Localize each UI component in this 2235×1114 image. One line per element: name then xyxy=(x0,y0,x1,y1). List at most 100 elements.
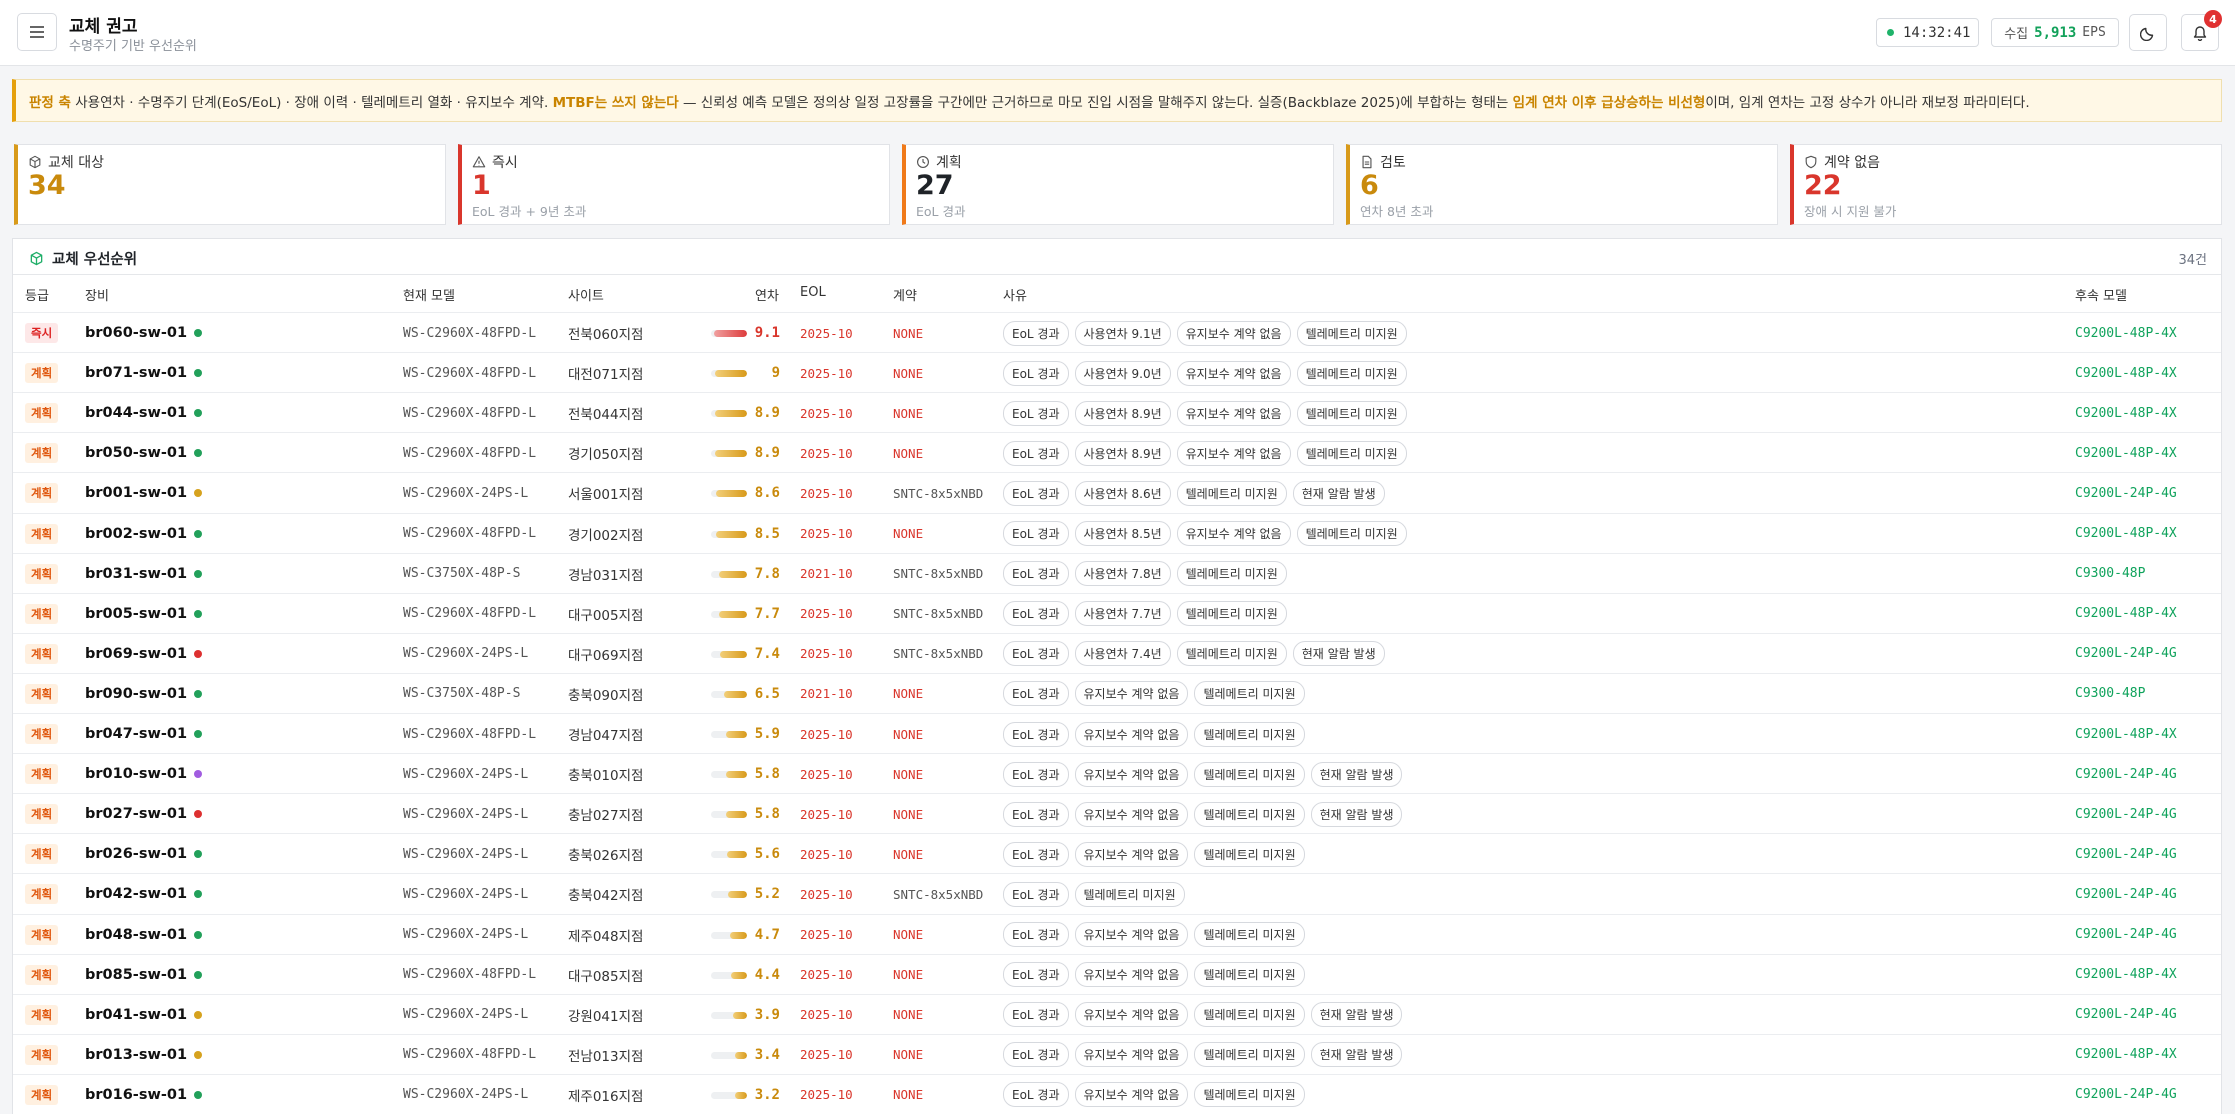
table-row[interactable]: 계획 br026-sw-01 WS-C2960X-24PS-L 충북026지점 5.6 2… xyxy=(13,833,2221,873)
status-dot xyxy=(194,1050,203,1059)
col-header-reason[interactable]: 사유 xyxy=(1003,285,1027,304)
kpi-card[interactable]: 교체 대상 34 xyxy=(14,144,446,225)
kpi-label: 계약 없음 xyxy=(1804,152,1880,172)
site-cell: 충남027지점 xyxy=(568,808,644,825)
kpi-label-text: 계약 없음 xyxy=(1824,155,1880,171)
reason-tag: 유지보수 계약 없음 xyxy=(1074,721,1189,747)
grade-cell: 계획 xyxy=(25,754,59,794)
table-row[interactable]: 계획 br016-sw-01 WS-C2960X-24PS-L 제주016지점 3.2 2… xyxy=(13,1073,2221,1114)
age-bar xyxy=(711,570,747,578)
device-name[interactable]: br026-sw-01 xyxy=(85,846,187,862)
device-name[interactable]: br016-sw-01 xyxy=(85,1087,187,1103)
col-header-site[interactable]: 사이트 xyxy=(568,285,604,304)
grade-cell: 계획 xyxy=(25,794,59,834)
site-cell: 강원041지점 xyxy=(568,1008,644,1025)
col-header-eol[interactable]: EOL xyxy=(800,285,826,300)
device-name[interactable]: br042-sw-01 xyxy=(85,886,187,902)
device-name[interactable]: br010-sw-01 xyxy=(85,766,187,782)
menu-button[interactable] xyxy=(17,13,57,51)
device-name[interactable]: br044-sw-01 xyxy=(85,405,187,421)
col-header-device[interactable]: 장비 xyxy=(85,285,109,304)
theme-toggle-button[interactable] xyxy=(2129,14,2167,51)
contract-cell: SNTC-8x5xNBD xyxy=(893,646,984,662)
table-row[interactable]: 계획 br044-sw-01 WS-C2960X-48FPD-L 전북044지점 8.9… xyxy=(13,392,2221,432)
kpi-card[interactable]: 검토 6 연차 8년 초과 xyxy=(1346,144,1778,225)
status-dot xyxy=(194,1010,203,1019)
status-dot xyxy=(194,369,203,378)
table-row[interactable]: 계획 br013-sw-01 WS-C2960X-48FPD-L 전남013지점 3.4… xyxy=(13,1033,2221,1074)
document-icon xyxy=(1362,155,1372,169)
reason-cell: EoL 경과 사용연차 7.4년 텔레메트리 미지원 현재 알람 발생 xyxy=(1003,634,1385,674)
eol-cell: 2021-10 xyxy=(800,566,853,582)
device-name[interactable]: br031-sw-01 xyxy=(85,566,187,582)
device-name[interactable]: br090-sw-01 xyxy=(85,686,187,702)
device-name[interactable]: br050-sw-01 xyxy=(85,445,187,461)
age-bar-fill xyxy=(725,731,747,738)
device-name[interactable]: br069-sw-01 xyxy=(85,646,187,662)
grade-badge: 계획 xyxy=(25,683,59,704)
table-row[interactable]: 계획 br048-sw-01 WS-C2960X-24PS-L 제주048지점 4.7 2… xyxy=(13,913,2221,954)
table-row[interactable]: 계획 br090-sw-01 WS-C3750X-48P-S 충북090지점 6.5 20… xyxy=(13,672,2221,713)
age-bar xyxy=(711,1011,747,1019)
table-row[interactable]: 계획 br010-sw-01 WS-C2960X-24PS-L 충북010지점 5.8 2… xyxy=(13,753,2221,793)
reason-tag: EoL 경과 xyxy=(1003,962,1069,988)
successor-cell: C9300-48P xyxy=(2075,566,2146,582)
bell-icon xyxy=(2193,26,2207,41)
table-row[interactable]: 계획 br002-sw-01 WS-C2960X-48FPD-L 경기002지점 8.5… xyxy=(13,512,2221,553)
device-name[interactable]: br005-sw-01 xyxy=(85,606,187,622)
col-header-grade[interactable]: 등급 xyxy=(25,285,49,304)
device-name[interactable]: br002-sw-01 xyxy=(85,526,187,542)
status-dot xyxy=(194,810,203,819)
table-row[interactable]: 계획 br001-sw-01 WS-C2960X-24PS-L 서울001지점 8.6 2… xyxy=(13,472,2221,512)
col-header-successor[interactable]: 후속 모델 xyxy=(2075,285,2127,304)
reason-tag: 유지보수 계약 없음 xyxy=(1176,440,1291,466)
status-dot xyxy=(194,529,203,538)
table-row[interactable]: 계획 br069-sw-01 WS-C2960X-24PS-L 대구069지점 7.4 2… xyxy=(13,632,2221,674)
kpi-card[interactable]: 즉시 1 EoL 경과 + 9년 초과 xyxy=(458,144,890,225)
device-name[interactable]: br047-sw-01 xyxy=(85,726,187,742)
kpi-card[interactable]: 계약 없음 22 장애 시 지원 불가 xyxy=(1790,144,2222,225)
col-header-model[interactable]: 현재 모델 xyxy=(403,285,455,304)
table-row[interactable]: 계획 br031-sw-01 WS-C3750X-48P-S 경남031지점 7.8 20… xyxy=(13,552,2221,593)
table-row[interactable]: 계획 br047-sw-01 WS-C2960X-48FPD-L 경남047지점 5.9… xyxy=(13,713,2221,753)
kpi-value: 34 xyxy=(28,170,66,201)
successor-cell: C9200L-48P-4X xyxy=(2075,405,2177,421)
reason-tag: 현재 알람 발생 xyxy=(1310,801,1403,827)
contract-cell: NONE xyxy=(893,405,924,421)
notifications-button[interactable]: 4 xyxy=(2181,10,2222,51)
col-header-age[interactable]: 연차 xyxy=(755,285,779,304)
table-row[interactable]: 계획 br050-sw-01 WS-C2960X-48FPD-L 경기050지점 8.9… xyxy=(13,432,2221,472)
kpi-card[interactable]: 계획 27 EoL 경과 xyxy=(902,144,1334,225)
device-name[interactable]: br001-sw-01 xyxy=(85,485,187,501)
device-name[interactable]: br060-sw-01 xyxy=(85,325,187,341)
age-value: 6.5 xyxy=(754,685,780,702)
reason-cell: EoL 경과 사용연차 9.1년 유지보수 계약 없음 텔레메트리 미지원 xyxy=(1003,313,1407,353)
table-row[interactable]: 계획 br071-sw-01 WS-C2960X-48FPD-L 대전071지점 9 20… xyxy=(13,352,2221,392)
col-header-contract[interactable]: 계약 xyxy=(893,285,917,304)
table-row[interactable]: 계획 br027-sw-01 WS-C2960X-24PS-L 충남027지점 5.8 2… xyxy=(13,793,2221,833)
device-name[interactable]: br071-sw-01 xyxy=(85,365,187,381)
eps-unit: EPS xyxy=(2082,25,2106,40)
age-bar-fill xyxy=(716,490,747,498)
reason-tag: EoL 경과 xyxy=(1003,400,1069,426)
grade-cell: 계획 xyxy=(25,473,59,513)
reason-tag: 유지보수 계약 없음 xyxy=(1074,1082,1189,1108)
table-row[interactable]: 계획 br041-sw-01 WS-C2960X-24PS-L 강원041지점 3.9 2… xyxy=(13,993,2221,1034)
device-name[interactable]: br048-sw-01 xyxy=(85,927,187,943)
table-row[interactable]: 즉시 br060-sw-01 WS-C2960X-48FPD-L 전북060지점 9.1… xyxy=(13,312,2221,352)
table-row[interactable]: 계획 br085-sw-01 WS-C2960X-48FPD-L 대구085지점 4.4… xyxy=(13,953,2221,994)
age-value: 9 xyxy=(771,365,780,382)
site-cell: 충북090지점 xyxy=(568,687,644,704)
shield-icon xyxy=(1805,155,1817,169)
contract-cell: SNTC-8x5xNBD xyxy=(893,566,984,582)
eol-cell: 2025-10 xyxy=(800,325,853,341)
contract-cell: NONE xyxy=(893,1087,924,1103)
table-row[interactable]: 계획 br042-sw-01 WS-C2960X-24PS-L 충북042지점 5.2 2… xyxy=(13,873,2221,913)
status-dot xyxy=(194,930,203,939)
device-name[interactable]: br013-sw-01 xyxy=(85,1047,187,1063)
table-row[interactable]: 계획 br005-sw-01 WS-C2960X-48FPD-L 대구005지점 7.7… xyxy=(13,592,2221,633)
device-name[interactable]: br085-sw-01 xyxy=(85,967,187,983)
device-name[interactable]: br041-sw-01 xyxy=(85,1007,187,1023)
device-name[interactable]: br027-sw-01 xyxy=(85,806,187,822)
successor-cell: C9200L-48P-4X xyxy=(2075,606,2177,622)
